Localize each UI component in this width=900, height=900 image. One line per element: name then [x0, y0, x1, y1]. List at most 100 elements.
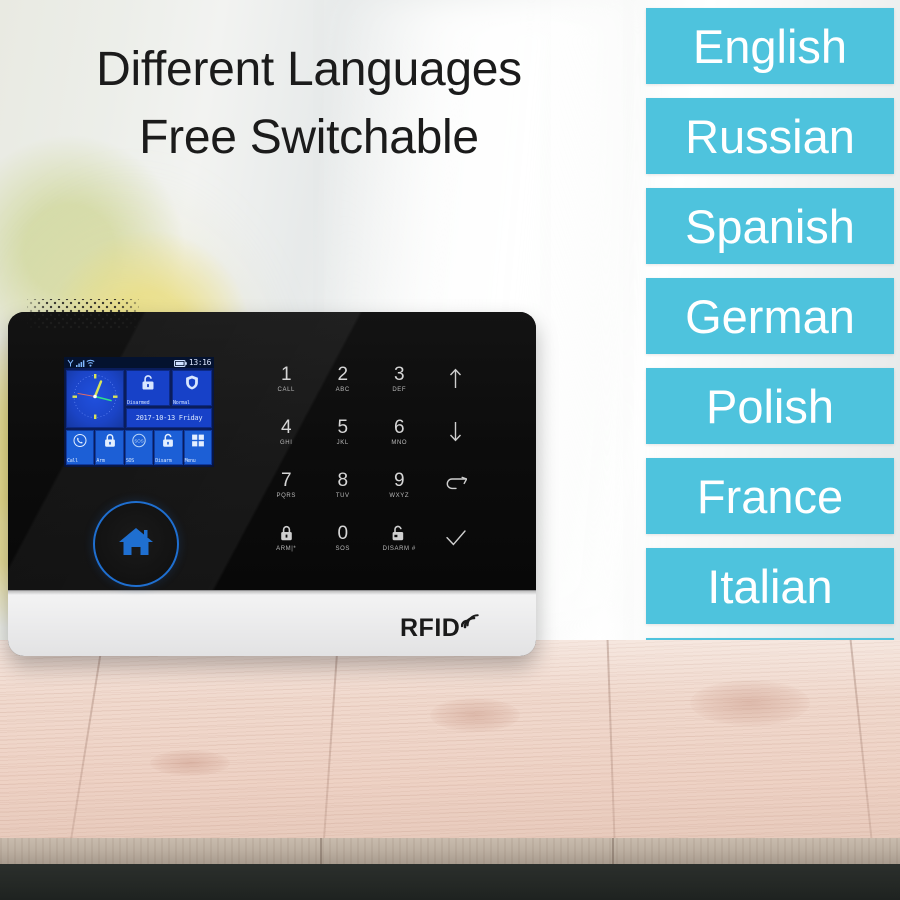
keypad-key[interactable]: DISARM # — [371, 511, 428, 564]
check-icon — [445, 528, 467, 547]
lcd-date-text: 2017-10-13 Friday — [135, 414, 203, 422]
keypad-key-sublabel: PQRS — [276, 492, 296, 499]
grid-menu-icon — [191, 434, 204, 452]
keypad-key[interactable] — [428, 352, 485, 405]
keypad-key-sublabel: JKL — [336, 439, 349, 446]
lcd-dock-label: Menu — [184, 458, 196, 464]
plank-seam — [70, 640, 104, 838]
keypad-key-sublabel: ABC — [335, 386, 350, 393]
keypad-key-digit: 6 — [393, 416, 405, 438]
keypad-key-digit: 5 — [337, 416, 349, 438]
keypad-key-digit: 3 — [393, 363, 405, 385]
keypad-key[interactable]: 9 WXYZ — [371, 458, 428, 511]
keypad-key[interactable] — [428, 511, 485, 564]
headline-line-2: Free Switchable — [139, 111, 479, 165]
plank-seam — [606, 640, 616, 838]
keypad-key-sublabel: CALL — [277, 386, 295, 393]
keypad-key[interactable]: 2 ABC — [315, 352, 372, 405]
keypad-key-sublabel: ARM|* — [276, 545, 297, 552]
lcd-dock-item[interactable]: Menu — [183, 430, 213, 465]
lcd-system-state-label: Normal — [173, 400, 190, 406]
keypad-key[interactable]: 5 JKL — [315, 405, 372, 458]
lcd-dock-item[interactable]: Arm — [95, 430, 124, 465]
language-badge-label: English — [692, 19, 848, 73]
wood-grain-knot — [430, 698, 520, 732]
lcd-arm-state-label: Disarmed — [127, 400, 150, 406]
shield-icon — [185, 375, 200, 396]
lcd-dock-label: SOS — [125, 458, 134, 464]
arrow-down-icon — [448, 422, 463, 442]
lcd-tile-arm-state[interactable]: Disarmed — [126, 370, 170, 406]
wood-grain-knot — [690, 680, 810, 726]
lcd-dock-item[interactable]: Disarm — [154, 430, 183, 465]
language-badge[interactable]: Polish — [646, 368, 894, 444]
headline: Different Languages Free Switchable — [0, 36, 618, 172]
keypad-key[interactable] — [428, 458, 485, 511]
lcd-dock-label: Arm — [96, 458, 105, 464]
keypad-key[interactable]: 8 TUV — [315, 458, 372, 511]
lcd-display: 13:16 Disarmed Normal 2017-10-13 Friday … — [64, 357, 214, 467]
keypad-key[interactable]: 3 DEF — [371, 352, 428, 405]
product-banner: Different Languages Free Switchable Engl… — [0, 0, 900, 900]
lcd-dock-item[interactable]: SOS SOS — [124, 430, 154, 465]
keypad-key-digit: 8 — [337, 469, 349, 491]
plank-seam — [323, 640, 339, 838]
phone-icon — [73, 434, 87, 452]
rfid-logo: RFID — [400, 614, 483, 643]
language-badge[interactable]: France — [646, 458, 894, 534]
lcd-tile-clock[interactable] — [66, 370, 124, 428]
keypad-key-digit: 0 — [337, 522, 349, 544]
keypad-key[interactable]: 0 SOS — [315, 511, 372, 564]
keypad-key-digit: 4 — [280, 416, 292, 438]
language-badge[interactable]: Spanish — [646, 188, 894, 264]
headline-line-1: Different Languages — [96, 43, 522, 96]
lcd-dock-label: Disarm — [155, 458, 172, 464]
lcd-status-bar: 13:16 — [64, 357, 214, 368]
keypad-key[interactable]: ARM|* — [258, 511, 315, 564]
lcd-dock-item[interactable]: Call — [66, 430, 95, 465]
arrow-up-icon — [448, 368, 463, 388]
back-arrow-icon — [445, 475, 467, 494]
language-badge[interactable]: Russian — [646, 98, 894, 174]
language-badge-label: German — [685, 289, 855, 343]
keypad-key[interactable]: 7 PQRS — [258, 458, 315, 511]
lcd-tile-system-state[interactable]: Normal — [172, 370, 212, 406]
rfid-label: RFID — [400, 614, 461, 642]
keypad-key[interactable] — [428, 405, 485, 458]
keypad-key-sublabel: WXYZ — [389, 492, 410, 499]
sos-icon: SOS — [132, 433, 146, 453]
keypad-key[interactable]: 4 GHI — [258, 405, 315, 458]
lcd-tile-date: 2017-10-13 Friday — [126, 408, 212, 428]
language-badge-list: English Russian Spanish German Polish France I… — [646, 8, 894, 714]
keypad-key-sublabel: MNO — [391, 439, 408, 446]
svg-text:SOS: SOS — [134, 439, 143, 444]
keypad-key-digit: 7 — [280, 469, 292, 491]
under-table-shadow — [0, 864, 900, 900]
keypad-key-sublabel: SOS — [335, 545, 350, 552]
lock-icon — [279, 524, 294, 543]
language-badge[interactable]: English — [646, 8, 894, 84]
lcd-dock-label: Call — [67, 458, 78, 464]
keypad-key[interactable]: 1 CALL — [258, 352, 315, 405]
table-edge-seam — [612, 838, 614, 864]
background-streak — [628, 0, 629, 640]
keypad-key-sublabel: TUV — [335, 492, 350, 499]
language-badge[interactable]: German — [646, 278, 894, 354]
home-button[interactable] — [93, 501, 179, 587]
unlock-icon — [141, 375, 156, 396]
home-icon — [116, 524, 156, 565]
language-badge-label: Polish — [705, 379, 834, 433]
lcd-shortcut-dock: Call Arm SOS SOS Disarm Menu — [66, 430, 213, 465]
keypad-key-digit: 2 — [337, 363, 349, 385]
rfid-wave-icon — [461, 609, 483, 634]
wood-table-surface — [0, 640, 900, 838]
language-badge[interactable]: Italian — [646, 548, 894, 624]
keypad-key-sublabel: DEF — [392, 386, 407, 393]
unlock-icon — [162, 433, 175, 453]
keypad-key[interactable]: 6 MNO — [371, 405, 428, 458]
lock-icon — [103, 434, 116, 453]
lcd-clock-time: 13:16 — [188, 358, 211, 367]
language-badge-label: France — [696, 469, 844, 523]
table-edge — [0, 838, 900, 864]
lcd-home-screen: Disarmed Normal 2017-10-13 Friday Call Ar… — [64, 368, 214, 467]
